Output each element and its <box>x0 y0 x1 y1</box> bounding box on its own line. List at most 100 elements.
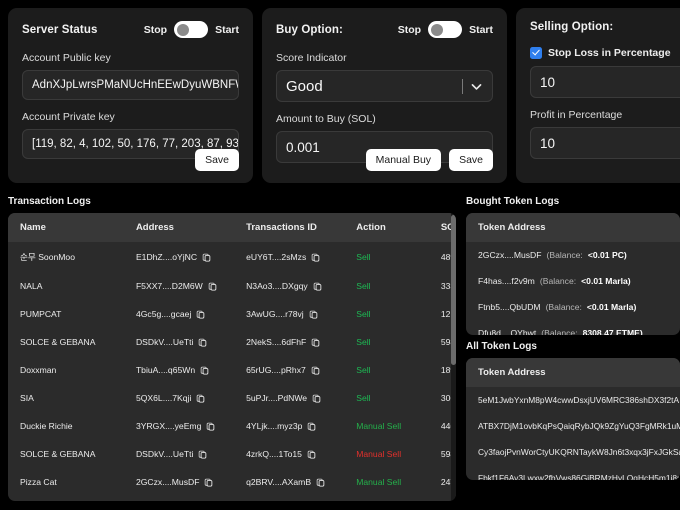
cell-transaction-id: 4zrkQ....1To15 <box>234 440 344 468</box>
copy-icon[interactable] <box>307 450 316 459</box>
copy-icon[interactable] <box>312 394 321 403</box>
switch-knob <box>177 24 189 36</box>
cell-address: DSDkV....UeTti <box>124 328 234 356</box>
copy-icon[interactable] <box>311 366 320 375</box>
status-badge: Sell <box>356 393 370 403</box>
balance-value: <0.01 Marla) <box>587 302 636 312</box>
cell-name: Doxxman <box>8 356 124 384</box>
table-row: hotchicHsu4x....6VZXV3Whra....YKHExManua… <box>8 496 456 501</box>
address-text: 3YRGX....yeEmg <box>136 421 201 431</box>
scrollbar-thumb[interactable] <box>451 215 456 365</box>
list-item: Ftnb5....QbUDM (Balance: <0.01 Marla) <box>466 294 680 320</box>
table-row: 순무 SoonMooE1DhZ....oYjNCeUY6T....2sMzsSe… <box>8 242 456 272</box>
cell-action: Sell <box>344 328 429 356</box>
status-badge: Manual Sell <box>356 449 401 459</box>
buy-option-header: Buy Option: Stop Start <box>276 21 493 38</box>
address-text: 2GCzx....MusDF <box>136 477 200 487</box>
private-key-label: Account Private key <box>22 111 239 123</box>
cell-action: Sell <box>344 272 429 300</box>
address-text: 4Gc5g....gcaej <box>136 309 191 319</box>
stop-loss-input[interactable]: 10 <box>530 66 680 98</box>
chevron-down-icon[interactable] <box>470 80 483 93</box>
copy-icon[interactable] <box>196 394 205 403</box>
server-stop-label: Stop <box>144 24 167 36</box>
transaction-logs-tbody: 순무 SoonMooE1DhZ....oYjNCeUY6T....2sMzsSe… <box>8 242 456 501</box>
list-item: F4has....f2v9m(Balance:<0.01 Marla) <box>466 268 680 294</box>
server-status-switch[interactable] <box>174 21 208 38</box>
status-badge: Sell <box>356 252 370 262</box>
balance-label: (Balance: <box>546 302 582 312</box>
table-row: Duckie Richie3YRGX....yeEmg4YLjk....myz3… <box>8 412 456 440</box>
copy-icon[interactable] <box>202 253 211 262</box>
score-indicator-select[interactable]: Good <box>276 70 493 102</box>
copy-icon[interactable] <box>198 338 207 347</box>
transaction-logs-table: Name Address Transactions ID Action SOL … <box>8 213 456 501</box>
cell-transaction-id: q2BRV....AXamB <box>234 468 344 496</box>
list-item: ATBX7DjM1ovbKqPsQaiqRybJQk9ZgYuQ3FgMRk1u… <box>466 413 680 439</box>
cell-action: Manual Sell <box>344 468 429 496</box>
copy-icon[interactable] <box>208 282 217 291</box>
cell-address: Hsu4x....6VZXV <box>124 496 234 501</box>
cell-transaction-id: 3AwUG....r78vj <box>234 300 344 328</box>
copy-icon[interactable] <box>311 338 320 347</box>
stop-loss-checkbox[interactable] <box>530 47 542 59</box>
server-status-buttons: Save <box>195 149 239 171</box>
transaction-logs-title: Transaction Logs <box>8 196 456 207</box>
list-item: 2GCzx....MusDF(Balance:<0.01 PC) <box>466 242 680 268</box>
copy-icon[interactable] <box>311 253 320 262</box>
table-row: SIA5QX6L....7Kqji5uPJr....PdNWeSell30648… <box>8 384 456 412</box>
select-affordances <box>462 79 483 94</box>
server-start-label: Start <box>215 24 239 36</box>
cell-name: Pizza Cat <box>8 468 124 496</box>
copy-icon[interactable] <box>198 450 207 459</box>
transaction-logs-scrollbar[interactable] <box>451 213 456 501</box>
amount-to-buy-label: Amount to Buy (SOL) <box>276 113 493 125</box>
cell-address: F5XX7....D2M6W <box>124 272 234 300</box>
buy-stop-label: Stop <box>398 24 421 36</box>
copy-icon[interactable] <box>316 478 325 487</box>
buy-save-button[interactable]: Save <box>449 149 493 171</box>
copy-icon[interactable] <box>206 422 215 431</box>
transaction-id-text: 4zrkQ....1To15 <box>246 449 302 459</box>
balance-label: (Balance: <box>541 328 577 335</box>
profit-input[interactable]: 10 <box>530 127 680 159</box>
status-badge: Sell <box>356 365 370 375</box>
transaction-id-text: 5uPJr....PdNWe <box>246 393 307 403</box>
cell-transaction-id: 5uPJr....PdNWe <box>234 384 344 412</box>
buy-option-card: Buy Option: Stop Start Score Indicator G… <box>262 8 507 183</box>
status-badge: Sell <box>356 281 370 291</box>
cell-address: 3YRGX....yeEmg <box>124 412 234 440</box>
buy-option-title: Buy Option: <box>276 24 343 36</box>
all-token-column-header: Token Address <box>466 358 680 387</box>
token-logs-column: Bought Token Logs Token Address 2GCzx...… <box>466 190 680 500</box>
server-status-toggle-group[interactable]: Stop Start <box>144 21 239 38</box>
copy-icon[interactable] <box>313 282 322 291</box>
selling-option-header: Selling Option: Manual <box>530 21 680 33</box>
list-item: Dfu8d....QYhwt(Balance:8308.47 ETME) <box>466 320 680 335</box>
selling-option-card: Selling Option: Manual Stop Loss in Perc… <box>516 8 680 183</box>
stop-loss-checkbox-row[interactable]: Stop Loss in Percentage <box>530 47 680 59</box>
transaction-logs-thead: Name Address Transactions ID Action SOL … <box>8 213 456 242</box>
public-key-label: Account Public key <box>22 52 239 64</box>
transaction-logs-wrap: Transaction Logs Name Address Transactio… <box>8 190 456 500</box>
buy-option-buttons: Manual Buy Save <box>366 149 493 171</box>
cell-name: SIA <box>8 384 124 412</box>
manual-buy-button[interactable]: Manual Buy <box>366 149 441 171</box>
token-address: Ftnb5....QbUDM <box>478 302 541 312</box>
copy-icon[interactable] <box>200 366 209 375</box>
selling-option-title: Selling Option: <box>530 21 613 33</box>
token-address: 2GCzx....MusDF <box>478 250 542 260</box>
copy-icon[interactable] <box>204 478 213 487</box>
status-badge: Manual Sell <box>356 477 401 487</box>
list-item: 5eM1JwbYxnM8pW4cwwDsxjUV6MRC386shDX3f2tA <box>466 387 680 413</box>
copy-icon[interactable] <box>309 310 318 319</box>
server-status-card: Server Status Stop Start Account Public … <box>8 8 253 183</box>
copy-icon[interactable] <box>307 422 316 431</box>
copy-icon[interactable] <box>196 310 205 319</box>
balance-value: <0.01 Marla) <box>581 276 630 286</box>
buy-option-toggle-group[interactable]: Stop Start <box>398 21 493 38</box>
buy-option-switch[interactable] <box>428 21 462 38</box>
cell-address: 4Gc5g....gcaej <box>124 300 234 328</box>
public-key-input[interactable]: AdnXJpLwrsPMaNUcHnEEwDyuWBNFWc1I <box>22 70 239 100</box>
server-save-button[interactable]: Save <box>195 149 239 171</box>
